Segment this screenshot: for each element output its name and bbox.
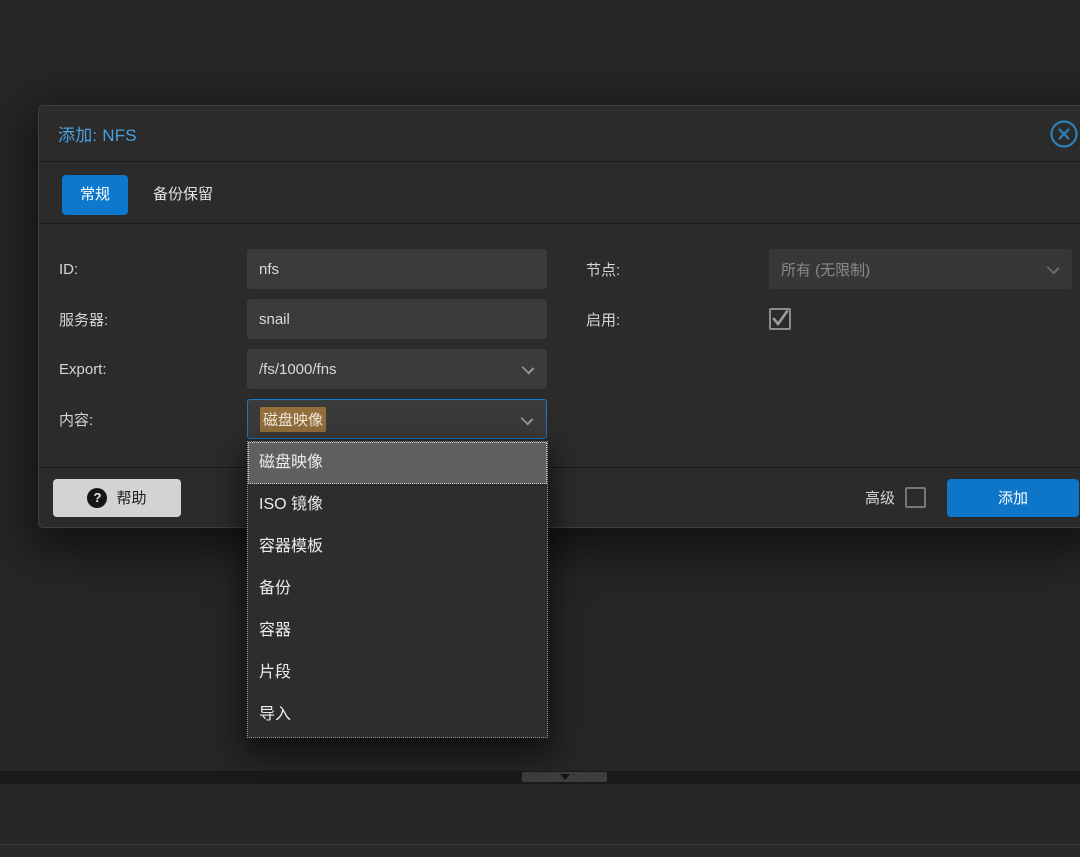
close-icon[interactable]	[1049, 119, 1079, 149]
nodes-value: 所有 (无限制)	[781, 259, 870, 280]
dropdown-item-container[interactable]: 容器	[248, 610, 547, 652]
enable-checkbox[interactable]	[769, 308, 791, 330]
content-select[interactable]: 磁盘映像	[247, 399, 547, 439]
id-input[interactable]: nfs	[247, 249, 547, 289]
panel-expand-handle[interactable]	[522, 772, 607, 782]
statusbar-area	[0, 845, 1080, 857]
server-label: 服务器:	[59, 309, 247, 330]
checkmark-icon	[771, 310, 789, 328]
help-button-label: 帮助	[116, 487, 146, 508]
form-column-left: ID: nfs 服务器: snail Export: /fs/1000/fns	[59, 249, 586, 469]
add-button[interactable]: 添加	[947, 479, 1079, 517]
tab-general[interactable]: 常规	[62, 175, 128, 215]
form-column-right: 节点: 所有 (无限制) 启用:	[586, 249, 1080, 469]
question-mark-icon: ?	[87, 488, 107, 508]
server-input[interactable]: snail	[247, 299, 547, 339]
dropdown-item-disk-image[interactable]: 磁盘映像	[248, 442, 547, 484]
chevron-down-icon	[1048, 263, 1058, 273]
dropdown-item-snippets[interactable]: 片段	[248, 652, 547, 694]
dropdown-item-container-template[interactable]: 容器模板	[248, 526, 547, 568]
help-button[interactable]: ? 帮助	[53, 479, 181, 517]
server-value: snail	[259, 311, 290, 328]
advanced-label: 高级	[865, 487, 895, 508]
chevron-down-icon	[522, 414, 532, 424]
advanced-checkbox[interactable]	[905, 487, 926, 508]
form-row-enable: 启用:	[586, 299, 1080, 339]
content-label: 内容:	[59, 409, 247, 430]
content-value: 磁盘映像	[260, 407, 326, 432]
dialog-title: 添加: NFS	[58, 121, 137, 146]
dialog-header: 添加: NFS	[39, 106, 1080, 162]
nodes-label: 节点:	[586, 259, 769, 280]
dropdown-item-backup[interactable]: 备份	[248, 568, 547, 610]
triangle-down-icon	[560, 774, 570, 780]
bottom-panel	[0, 784, 1080, 857]
content-dropdown-list: 磁盘映像 ISO 镜像 容器模板 备份 容器 片段 导入	[247, 441, 548, 738]
form-row-nodes: 节点: 所有 (无限制)	[586, 249, 1080, 289]
dropdown-item-iso[interactable]: ISO 镜像	[248, 484, 547, 526]
nodes-select: 所有 (无限制)	[769, 249, 1072, 289]
chevron-down-icon	[523, 363, 533, 373]
tab-backup-retention[interactable]: 备份保留	[149, 175, 217, 215]
dialog-footer: ? 帮助 高级 添加	[39, 467, 1080, 527]
add-nfs-dialog: 添加: NFS 常规 备份保留 ID: nfs	[38, 105, 1080, 528]
export-value: /fs/1000/fns	[259, 361, 337, 378]
id-value: nfs	[259, 261, 279, 278]
form-row-server: 服务器: snail	[59, 299, 586, 339]
enable-label: 启用:	[586, 309, 769, 330]
id-label: ID:	[59, 261, 247, 278]
dialog-tabbar: 常规 备份保留	[39, 162, 1080, 224]
dialog-form: ID: nfs 服务器: snail Export: /fs/1000/fns	[39, 224, 1080, 469]
form-row-export: Export: /fs/1000/fns	[59, 349, 586, 389]
page-background: 添加: NFS 常规 备份保留 ID: nfs	[0, 0, 1080, 857]
export-label: Export:	[59, 361, 247, 378]
dropdown-item-import[interactable]: 导入	[248, 694, 547, 736]
form-row-id: ID: nfs	[59, 249, 586, 289]
form-row-content: 内容: 磁盘映像	[59, 399, 586, 439]
export-select[interactable]: /fs/1000/fns	[247, 349, 547, 389]
